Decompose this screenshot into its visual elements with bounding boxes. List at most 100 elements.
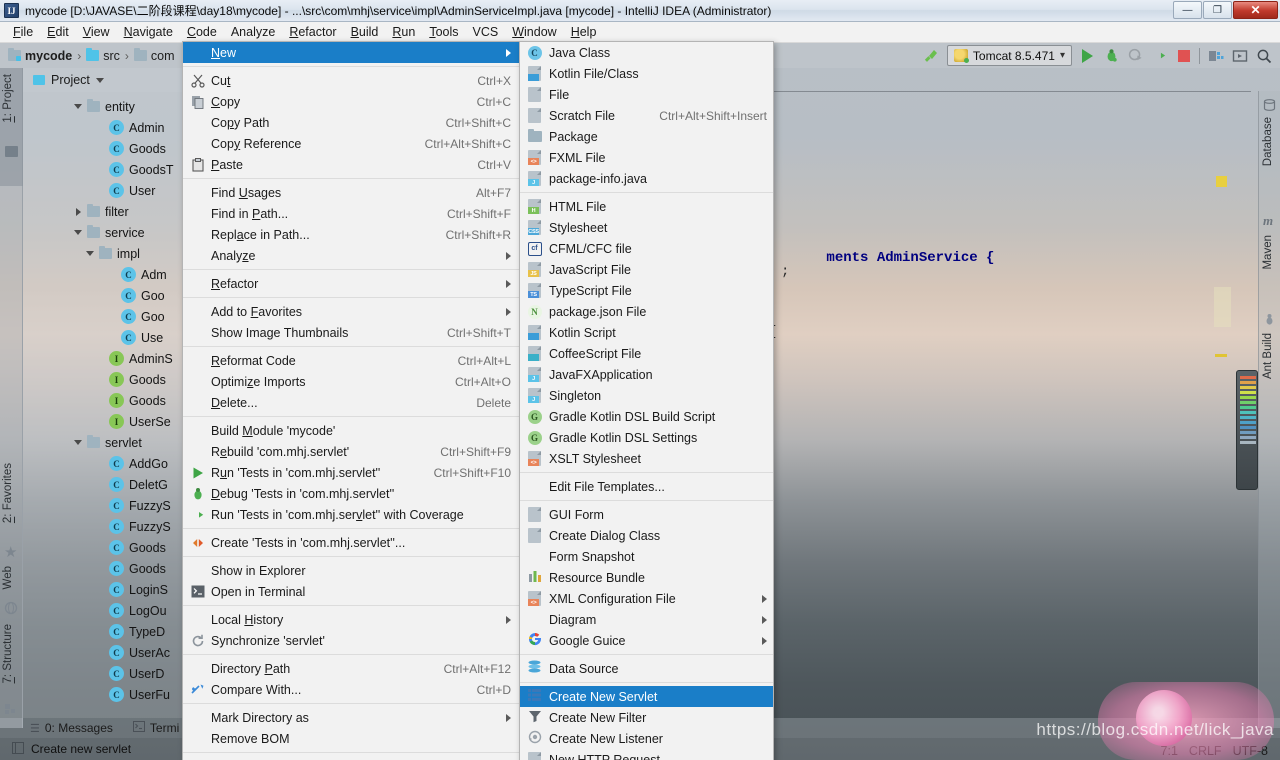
- menu-run[interactable]: Run: [385, 23, 422, 41]
- chevron-down-icon[interactable]: [95, 77, 104, 83]
- submenu-item-java-class[interactable]: C Java Class: [520, 42, 773, 63]
- context-menu-item-cut[interactable]: Cut Ctrl+X: [183, 70, 519, 91]
- context-menu-item-show-image-thumbnails[interactable]: Show Image Thumbnails Ctrl+Shift+T: [183, 322, 519, 343]
- debug-button[interactable]: [1103, 47, 1120, 64]
- submenu-item-coffeescript-file[interactable]: CoffeeScript File: [520, 343, 773, 364]
- submenu-item-create-new-servlet[interactable]: Create New Servlet: [520, 686, 773, 707]
- stop-button[interactable]: [1175, 47, 1192, 64]
- context-menu-item-directory-path[interactable]: Directory Path Ctrl+Alt+F12: [183, 658, 519, 679]
- submenu-item-gradle-kotlin-dsl-settings[interactable]: G Gradle Kotlin DSL Settings: [520, 427, 773, 448]
- run-with-coverage-button[interactable]: [1151, 47, 1168, 64]
- context-menu-item-reformat-code[interactable]: Reformat Code Ctrl+Alt+L: [183, 350, 519, 371]
- context-menu-item-remove-bom[interactable]: Remove BOM: [183, 728, 519, 749]
- close-button[interactable]: ✕: [1233, 1, 1278, 19]
- submenu-item-package-json-file[interactable]: Npackage.json File: [520, 301, 773, 322]
- submenu-item-kotlin-file-class[interactable]: Kotlin File/Class: [520, 63, 773, 84]
- tool-window-structure-label[interactable]: 7: Structure: [2, 624, 14, 683]
- search-icon[interactable]: [1255, 47, 1272, 64]
- menu-window[interactable]: Window: [505, 23, 563, 41]
- submenu-item-google-guice[interactable]: Google Guice: [520, 630, 773, 651]
- submenu-item-singleton[interactable]: J Singleton: [520, 385, 773, 406]
- submenu-item-javascript-file[interactable]: JS JavaScript File: [520, 259, 773, 280]
- submenu-item-html-file[interactable]: H HTML File: [520, 196, 773, 217]
- context-menu-item-mark-directory-as[interactable]: Mark Directory as: [183, 707, 519, 728]
- context-menu-item-diagrams[interactable]: Diagrams: [183, 756, 519, 760]
- context-menu-item-run-tests-in-com-mhj-servlet[interactable]: Run 'Tests in 'com.mhj.servlet'' Ctrl+Shi…: [183, 462, 519, 483]
- menu-code[interactable]: Code: [180, 23, 224, 41]
- submenu-item-kotlin-script[interactable]: Kotlin Script: [520, 322, 773, 343]
- context-menu-item-analyze[interactable]: Analyze: [183, 245, 519, 266]
- submenu-item-package-info-java[interactable]: Jpackage-info.java: [520, 168, 773, 189]
- submenu-item-data-source[interactable]: Data Source: [520, 658, 773, 679]
- submenu-item-resource-bundle[interactable]: Resource Bundle: [520, 567, 773, 588]
- run-with-profiler-icon[interactable]: [1127, 47, 1144, 64]
- context-menu-item-copy[interactable]: Copy Ctrl+C: [183, 91, 519, 112]
- maximize-button[interactable]: ❐: [1203, 1, 1232, 19]
- tool-window-maven-label[interactable]: Maven: [1262, 235, 1274, 270]
- context-menu-item-synchronize-servlet[interactable]: Synchronize 'servlet': [183, 630, 519, 651]
- code-minimap-scrollbar[interactable]: [1236, 370, 1258, 490]
- context-menu-item-optimize-imports[interactable]: Optimize Imports Ctrl+Alt+O: [183, 371, 519, 392]
- context-menu-item-run-tests-in-com-mhj-servlet-with-coverage[interactable]: Run 'Tests in 'com.mhj.servlet'' with Co…: [183, 504, 519, 525]
- submenu-item-fxml-file[interactable]: <> FXML File: [520, 147, 773, 168]
- context-menu-item-rebuild-com-mhj-servlet[interactable]: Rebuild 'com.mhj.servlet' Ctrl+Shift+F9: [183, 441, 519, 462]
- submenu-item-package[interactable]: Package: [520, 126, 773, 147]
- tool-window-messages-button[interactable]: ☰ 0: Messages: [30, 721, 113, 735]
- breadcrumb-item-mycode[interactable]: mycode: [8, 48, 72, 63]
- submenu-item-create-new-filter[interactable]: Create New Filter: [520, 707, 773, 728]
- breadcrumb-item-src[interactable]: src: [86, 48, 120, 63]
- tool-window-project-label[interactable]: 1: Project: [2, 74, 14, 123]
- tool-window-terminal-button[interactable]: Termi: [132, 721, 179, 735]
- menu-help[interactable]: Help: [564, 23, 604, 41]
- context-menu-item-copy-path[interactable]: Copy Path Ctrl+Shift+C: [183, 112, 519, 133]
- minimize-button[interactable]: —: [1173, 1, 1202, 19]
- tree-collapse-arrow-icon[interactable]: [83, 251, 97, 256]
- context-menu-item-new[interactable]: New: [183, 42, 519, 63]
- tree-collapse-arrow-icon[interactable]: [71, 230, 85, 235]
- submenu-item-create-new-listener[interactable]: Create New Listener: [520, 728, 773, 749]
- context-menu-item-local-history[interactable]: Local History: [183, 609, 519, 630]
- context-menu-item-replace-in-path[interactable]: Replace in Path... Ctrl+Shift+R: [183, 224, 519, 245]
- menu-refactor[interactable]: Refactor: [282, 23, 343, 41]
- submenu-item-stylesheet[interactable]: CSS Stylesheet: [520, 217, 773, 238]
- submenu-item-typescript-file[interactable]: TS TypeScript File: [520, 280, 773, 301]
- tree-collapse-arrow-icon[interactable]: [71, 104, 85, 109]
- submenu-item-create-dialog-class[interactable]: Create Dialog Class: [520, 525, 773, 546]
- context-menu[interactable]: New Cut Ctrl+X Copy Ctrl+C Copy Path Ctrl+Shif…: [182, 41, 520, 760]
- menu-edit[interactable]: Edit: [40, 23, 76, 41]
- context-menu-item-create-tests-in-com-mhj-servlet[interactable]: Create 'Tests in 'com.mhj.servlet''...: [183, 532, 519, 553]
- submenu-item-gradle-kotlin-dsl-build-script[interactable]: G Gradle Kotlin DSL Build Script: [520, 406, 773, 427]
- submenu-item-cfml-cfc-file[interactable]: cf CFML/CFC file: [520, 238, 773, 259]
- context-menu-item-build-module-mycode[interactable]: Build Module 'mycode': [183, 420, 519, 441]
- submenu-item-xml-configuration-file[interactable]: <> XML Configuration File: [520, 588, 773, 609]
- submenu-item-javafxapplication[interactable]: J JavaFXApplication: [520, 364, 773, 385]
- run-configuration-selector[interactable]: Tomcat 8.5.471 ▾: [946, 45, 1072, 66]
- submenu-item-gui-form[interactable]: GUI Form: [520, 504, 773, 525]
- menu-build[interactable]: Build: [344, 23, 386, 41]
- tool-window-ant-build-label[interactable]: Ant Build: [1262, 333, 1274, 379]
- context-menu-item-show-in-explorer[interactable]: Show in Explorer: [183, 560, 519, 581]
- submenu-item-new-http-request[interactable]: API New HTTP Request: [520, 749, 773, 760]
- context-menu-item-add-to-favorites[interactable]: Add to Favorites: [183, 301, 519, 322]
- menu-tools[interactable]: Tools: [422, 23, 465, 41]
- menu-vcs[interactable]: VCS: [466, 23, 506, 41]
- breadcrumb-item-com[interactable]: com: [133, 48, 175, 63]
- run-button[interactable]: [1079, 47, 1096, 64]
- context-menu-item-find-in-path[interactable]: Find in Path... Ctrl+Shift+F: [183, 203, 519, 224]
- submenu-item-edit-file-templates[interactable]: Edit File Templates...: [520, 476, 773, 497]
- submenu-item-scratch-file[interactable]: Scratch File Ctrl+Alt+Shift+Insert: [520, 105, 773, 126]
- tree-collapse-arrow-icon[interactable]: [71, 440, 85, 445]
- editor-warning-marker[interactable]: [1216, 176, 1227, 187]
- context-menu-item-find-usages[interactable]: Find Usages Alt+F7: [183, 182, 519, 203]
- build-hammer-icon[interactable]: [923, 47, 940, 64]
- menu-view[interactable]: View: [76, 23, 117, 41]
- run-anything-icon[interactable]: [1231, 47, 1248, 64]
- submenu-item-file[interactable]: File: [520, 84, 773, 105]
- submenu-item-form-snapshot[interactable]: Form Snapshot: [520, 546, 773, 567]
- tree-expand-arrow-icon[interactable]: [71, 207, 85, 216]
- new-submenu[interactable]: C Java Class Kotlin File/Class File Scratch …: [519, 41, 774, 760]
- menu-file[interactable]: File: [6, 23, 40, 41]
- context-menu-item-debug-tests-in-com-mhj-servlet[interactable]: Debug 'Tests in 'com.mhj.servlet'': [183, 483, 519, 504]
- tool-window-web-label[interactable]: Web: [2, 566, 14, 589]
- menu-analyze[interactable]: Analyze: [224, 23, 282, 41]
